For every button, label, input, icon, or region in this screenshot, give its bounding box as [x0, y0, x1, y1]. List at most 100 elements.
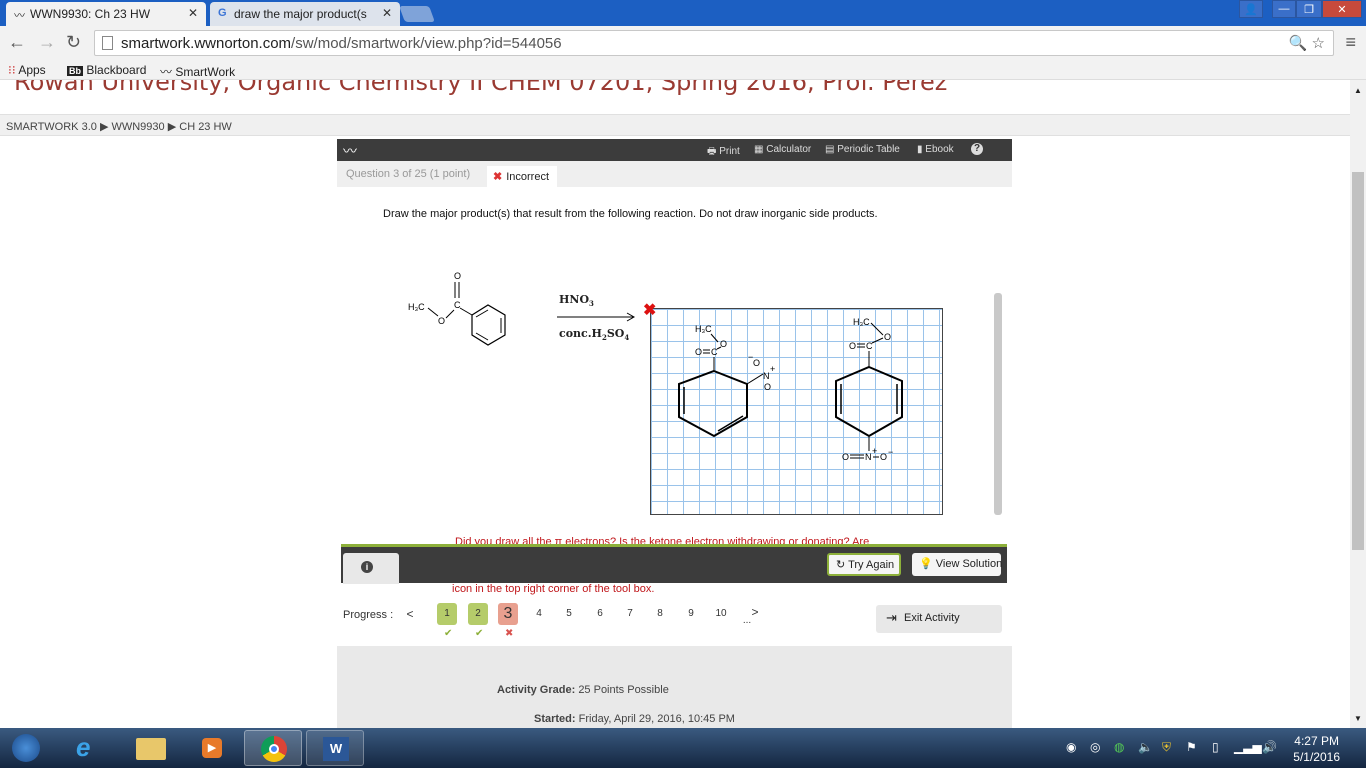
started-label: Started:	[534, 713, 576, 725]
question-body: Draw the major product(s) that result fr…	[341, 188, 1007, 595]
check-icon: ✔	[444, 628, 453, 639]
reactant-methyl: H₃C	[408, 302, 425, 312]
calculator-button[interactable]: ▦ Calculator	[754, 144, 811, 155]
tab-google-search[interactable]: G draw the major product(s ✕	[210, 2, 400, 26]
incorrect-x-icon: ✖	[643, 302, 657, 319]
taskbar-explorer[interactable]	[122, 730, 180, 766]
lightbulb-icon: 💡	[919, 558, 933, 570]
bookmark-label: SmartWork	[175, 65, 236, 79]
book-icon: ▮	[917, 144, 923, 155]
scroll-down-icon[interactable]: ▼	[1354, 714, 1362, 723]
new-tab-button[interactable]	[399, 6, 435, 22]
start-button[interactable]	[4, 730, 48, 766]
incorrect-tab[interactable]: ✖ Incorrect	[487, 166, 557, 187]
progress-prev-button[interactable]: <	[400, 603, 420, 625]
product2-nitro-o-right: O	[880, 452, 887, 462]
refresh-icon: ↻	[836, 559, 846, 571]
try-again-label: Try Again	[848, 559, 895, 571]
view-solution-button[interactable]: 💡 View Solution	[912, 553, 1002, 576]
tray-shield-icon[interactable]: ⛨	[1162, 740, 1171, 755]
progress-label: Progress :	[343, 609, 394, 621]
info-button[interactable]: i	[343, 553, 399, 584]
menu-icon[interactable]: ≡	[1345, 32, 1356, 53]
taskbar-media-player[interactable]: ▶	[182, 730, 240, 766]
progress-page-2[interactable]: 2	[468, 603, 488, 625]
address-bar[interactable]: smartwork.wwnorton.com/sw/mod/smartwork/…	[94, 30, 1334, 56]
bookmark-blackboard[interactable]: Bb Blackboard	[67, 63, 146, 77]
forward-icon[interactable]: →	[38, 32, 56, 53]
bookmarks-bar: ⁝⁝ Apps Bb Blackboard 〰 SmartWork	[0, 60, 1366, 80]
taskbar-word[interactable]: W	[306, 730, 364, 766]
product1-nitro-plus: +	[770, 364, 775, 374]
wwnorton-bird-icon: 〰	[343, 143, 357, 159]
breadcrumb-item[interactable]: SMARTWORK 3.0	[6, 121, 97, 133]
drawing-canvas[interactable]: H₃C O O C − O N + O H₃C O O C O N + O −	[650, 308, 943, 515]
apps-grid-icon: ⁝⁝	[8, 63, 16, 77]
breadcrumb-item[interactable]: CH 23 HW	[179, 121, 232, 133]
scroll-up-icon[interactable]: ▲	[1354, 86, 1362, 95]
star-icon[interactable]: ☆	[1312, 35, 1325, 52]
minimize-button[interactable]: —	[1272, 0, 1296, 18]
close-window-button[interactable]: ✕	[1322, 0, 1362, 18]
tab-wwn9930[interactable]: 〰 WWN9930: Ch 23 HW ✕	[6, 2, 206, 26]
activity-footer: Activity Grade: 25 Points Possible Start…	[337, 646, 1012, 728]
back-icon[interactable]: ←	[8, 32, 26, 53]
tray-battery-icon[interactable]: ▯	[1212, 740, 1219, 754]
print-button[interactable]: 🖶 Print	[707, 144, 740, 161]
exit-activity-button[interactable]: ⇥ Exit Activity	[876, 605, 1002, 633]
zoom-icon[interactable]: 🔍	[1289, 35, 1308, 52]
product2-nitro-minus: −	[888, 447, 893, 457]
reagent-conc: conc.H	[559, 327, 602, 340]
ebook-button[interactable]: ▮ Ebook	[917, 144, 954, 155]
bookmark-smartwork[interactable]: 〰 SmartWork	[160, 63, 235, 80]
periodic-table-button[interactable]: ▤ Periodic Table	[825, 144, 900, 155]
progress-page-8[interactable]: 8	[650, 603, 670, 625]
incorrect-x-icon: ✖	[493, 171, 503, 183]
taskbar-chrome[interactable]	[244, 730, 302, 766]
profile-icon[interactable]: 👤	[1239, 0, 1263, 18]
question-scrollbar[interactable]	[994, 293, 1002, 515]
page-content: Rowan University, Organic Chemistry II C…	[0, 80, 1350, 728]
started-value: Friday, April 29, 2016, 10:45 PM	[578, 713, 735, 725]
tray-flag-icon[interactable]: ⚑	[1186, 740, 1197, 754]
grade-label: Activity Grade:	[497, 684, 576, 696]
help-button[interactable]: ?	[971, 143, 983, 155]
bookmark-label: Blackboard	[86, 63, 147, 77]
product2-nitro-o-left: O	[842, 452, 849, 462]
progress-page-10[interactable]: 10	[711, 603, 731, 625]
progress-page-9[interactable]: 9	[681, 603, 701, 625]
tray-signal-icon[interactable]: ▁▃▅	[1234, 740, 1262, 754]
tray-update-icon[interactable]: ◍	[1114, 740, 1124, 754]
product2-carbonyl-o: O	[849, 341, 856, 351]
system-clock[interactable]: 4:27 PM 5/1/2016	[1293, 733, 1340, 765]
progress-page-5[interactable]: 5	[559, 603, 579, 625]
x-icon: ✖	[505, 628, 514, 639]
progress-page-6[interactable]: 6	[590, 603, 610, 625]
taskbar-ie[interactable]: e	[62, 730, 120, 766]
close-tab-icon[interactable]: ✕	[382, 6, 392, 20]
page-scrollbar[interactable]: ▲ ▼	[1350, 80, 1366, 728]
scrollbar-thumb[interactable]	[1352, 172, 1364, 550]
progress-next-button[interactable]: >	[745, 601, 765, 623]
restore-button[interactable]: ❐	[1296, 0, 1322, 18]
tray-speaker-icon[interactable]: 🔊	[1262, 740, 1277, 754]
try-again-button[interactable]: ↻ Try Again	[827, 553, 901, 576]
tray-network-icon[interactable]: ◉	[1066, 740, 1076, 754]
progress-page-4[interactable]: 4	[529, 603, 549, 625]
reagent-so: SO	[606, 327, 625, 340]
bookmark-apps[interactable]: ⁝⁝ Apps	[8, 63, 46, 77]
tray-sync-icon[interactable]: ◎	[1090, 740, 1100, 754]
tray-volume-icon[interactable]: 🔈	[1138, 740, 1153, 754]
ebook-label: Ebook	[925, 144, 954, 155]
clock-time: 4:27 PM	[1294, 734, 1339, 748]
progress-page-1[interactable]: 1	[437, 603, 457, 625]
word-icon: W	[323, 737, 349, 761]
breadcrumb-item[interactable]: WWN9930	[111, 121, 164, 133]
product2-nitro-plus: +	[872, 446, 877, 456]
close-tab-icon[interactable]: ✕	[188, 6, 198, 20]
progress-page-3[interactable]: 3	[498, 603, 518, 625]
product2-methyl: H₃C	[853, 317, 870, 327]
progress-page-7[interactable]: 7	[620, 603, 640, 625]
reload-icon[interactable]: ↻	[66, 32, 81, 53]
reactant-ester-o: O	[438, 316, 445, 326]
